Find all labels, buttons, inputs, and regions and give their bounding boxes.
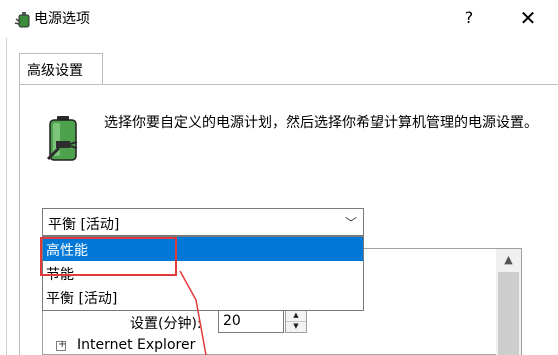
panel-border: [19, 84, 20, 355]
window-title: 电源选项: [34, 11, 90, 27]
option-balanced[interactable]: 平衡 [活动]: [43, 285, 363, 309]
power-options-icon: [14, 12, 30, 28]
tab-label: 高级设置: [27, 63, 83, 79]
power-plan-value: 平衡 [活动]: [48, 217, 120, 233]
minutes-input-value: 20: [223, 313, 241, 329]
dialog-border: [6, 38, 7, 355]
tab-divider: [19, 84, 558, 85]
option-label: 平衡 [活动]: [46, 291, 118, 307]
scroll-up-arrow-icon[interactable]: ▲: [496, 249, 521, 271]
battery-icon: [46, 116, 78, 161]
minutes-input[interactable]: 20: [218, 309, 284, 333]
expand-plus-icon[interactable]: +: [56, 339, 66, 351]
help-button[interactable]: ?: [455, 6, 483, 30]
tree-item-internet-explorer[interactable]: Internet Explorer: [77, 337, 195, 353]
close-button[interactable]: ✕: [511, 4, 545, 32]
description-text: 选择你要自定义的电源计划，然后选择你希望计算机管理的电源设置。: [104, 115, 538, 131]
chevron-down-icon: ﹀: [344, 216, 357, 230]
setting-field-label: 设置(分钟):: [130, 316, 202, 332]
annotation-highlight-box: [40, 237, 177, 276]
power-plan-select[interactable]: 平衡 [活动] ﹀: [42, 208, 364, 236]
tab-advanced-settings[interactable]: 高级设置: [19, 53, 103, 84]
minutes-spinner[interactable]: ▲ ▼: [285, 309, 307, 333]
spin-down-icon[interactable]: ▼: [286, 321, 306, 332]
scrollbar-thumb[interactable]: [498, 272, 519, 355]
